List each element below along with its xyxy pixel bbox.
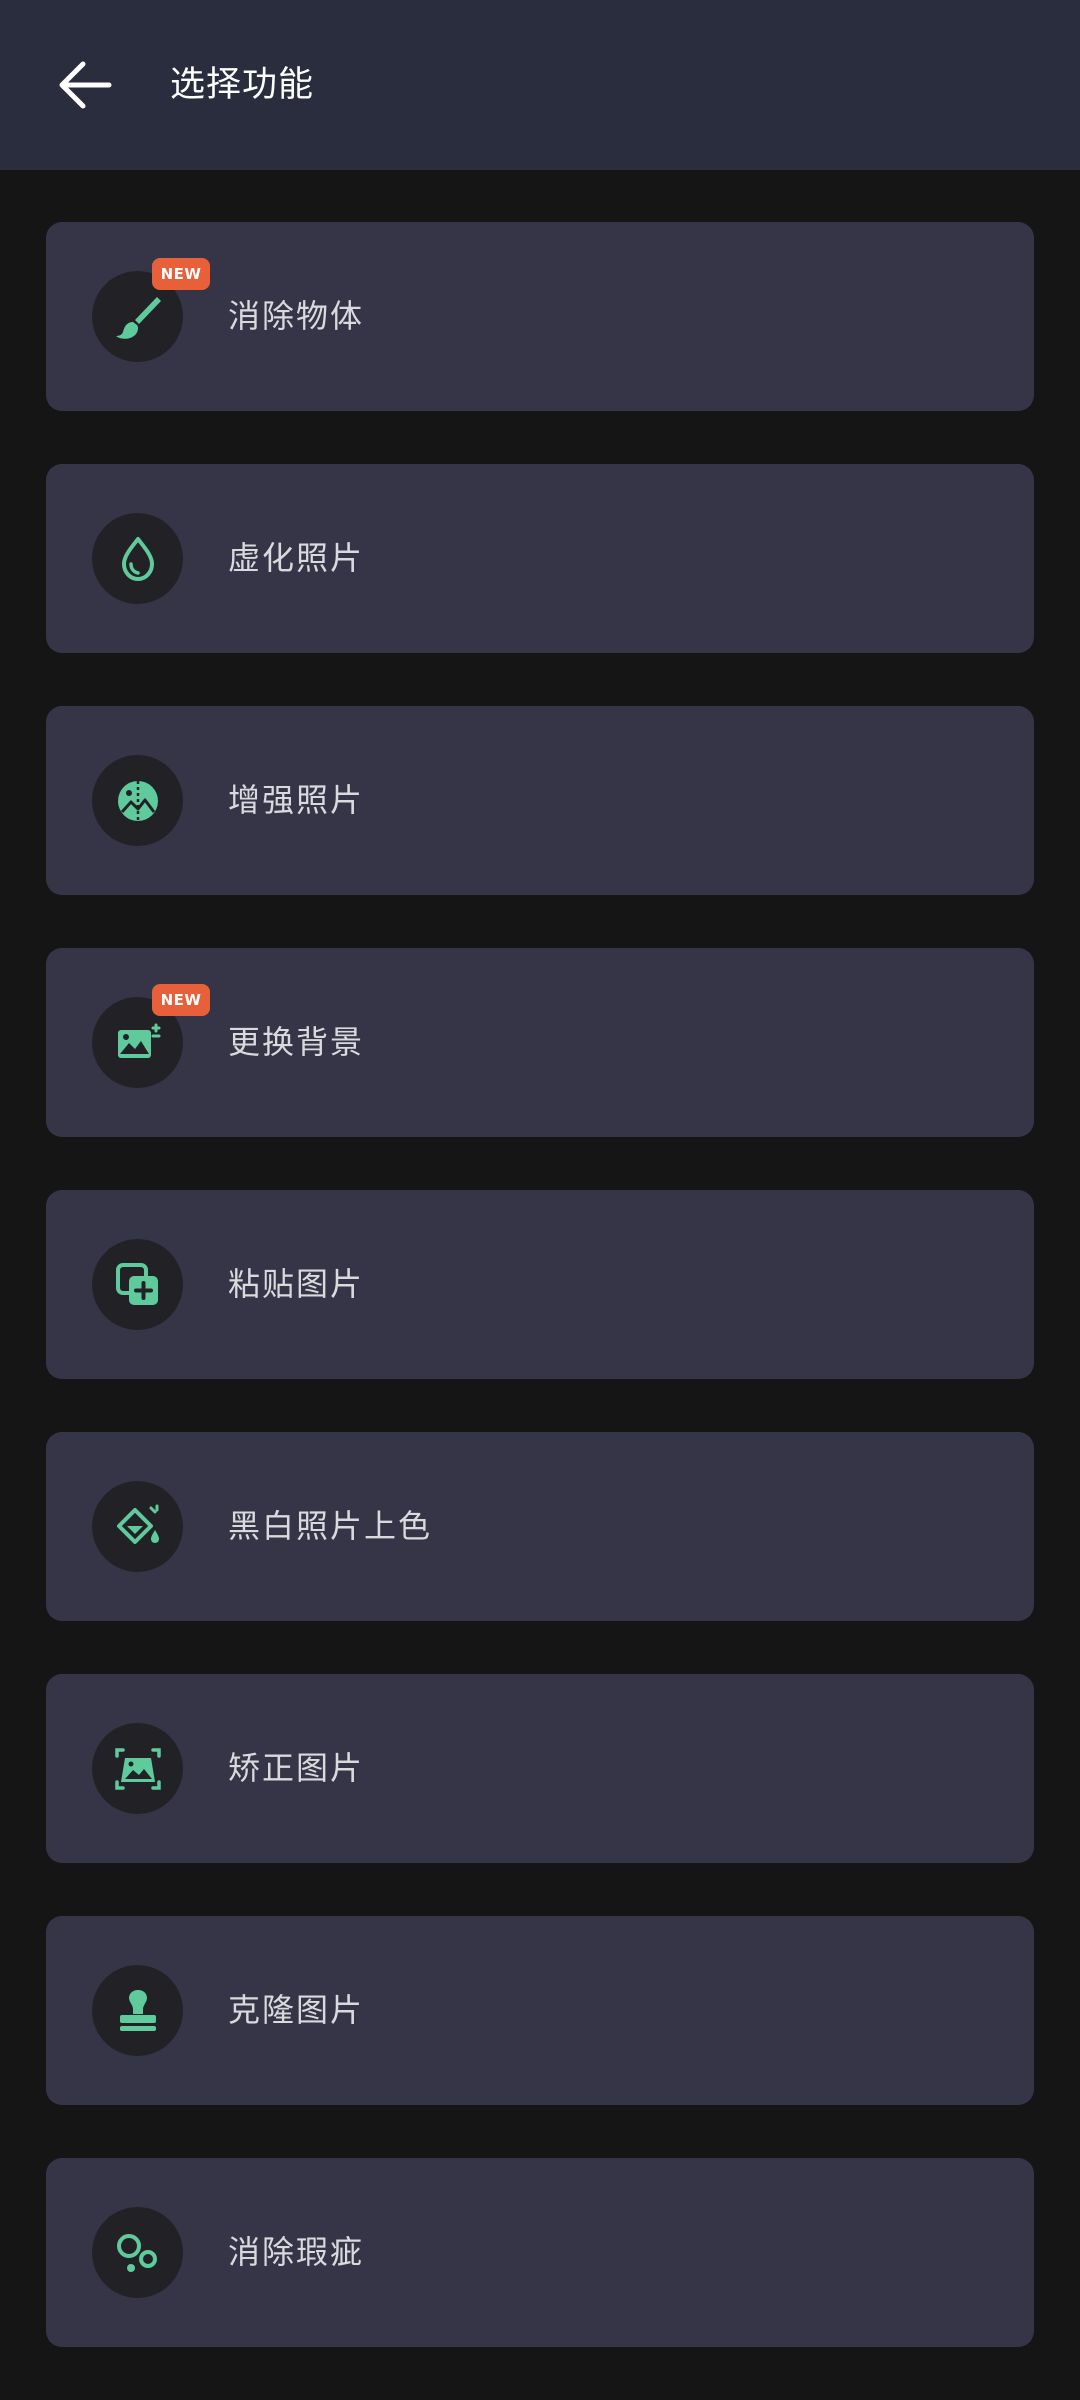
feature-icon-container: [92, 1481, 183, 1572]
arrow-left-icon: [59, 61, 112, 109]
perspective-icon: [114, 1747, 161, 1790]
top-app-bar: 选择功能: [0, 0, 1080, 170]
feature-card-change-background[interactable]: NEW 更换背景: [46, 948, 1034, 1137]
feature-label: 消除瑕疵: [228, 2233, 365, 2271]
feature-icon-container: [92, 513, 183, 604]
stamp-icon: [119, 1989, 156, 2031]
feature-icon-container: [92, 755, 183, 846]
blemish-icon: [116, 2233, 157, 2272]
droplet-icon: [121, 536, 154, 581]
paste-add-icon: [115, 1262, 158, 1305]
feature-label: 虚化照片: [228, 539, 365, 577]
feature-label: 克隆图片: [228, 1991, 365, 2029]
feature-label: 更换背景: [228, 1023, 365, 1061]
feature-card-enhance-photo[interactable]: 增强照片: [46, 706, 1034, 895]
feature-label: 矫正图片: [228, 1749, 365, 1787]
feature-label: 粘贴图片: [228, 1265, 365, 1303]
feature-icon-container: [92, 1239, 183, 1330]
feature-card-paste-image[interactable]: 粘贴图片: [46, 1190, 1034, 1379]
new-badge: NEW: [152, 984, 210, 1016]
feature-icon-container: [92, 1965, 183, 2056]
feature-list: NEW 消除物体 虚化照片 增强照片 NEW 更换背景 粘贴图片 黑白照片上色 …: [46, 222, 1034, 2400]
feature-card-remove-blemish[interactable]: 消除瑕疵: [46, 2158, 1034, 2347]
paint-bucket-icon: [116, 1504, 159, 1544]
feature-label: 消除物体: [228, 297, 365, 335]
new-badge: NEW: [152, 258, 210, 290]
brush-icon: [115, 296, 161, 339]
feature-icon-container: [92, 1723, 183, 1814]
back-button[interactable]: [40, 40, 130, 130]
feature-label: 黑白照片上色: [228, 1507, 433, 1545]
feature-card-blur-photo[interactable]: 虚化照片: [46, 464, 1034, 653]
feature-card-remove-object[interactable]: NEW 消除物体: [46, 222, 1034, 411]
feature-card-clone-image[interactable]: 克隆图片: [46, 1916, 1034, 2105]
feature-card-colorize-photo[interactable]: 黑白照片上色: [46, 1432, 1034, 1621]
page-title: 选择功能: [170, 65, 315, 105]
feature-card-correct-image[interactable]: 矫正图片: [46, 1674, 1034, 1863]
enhance-icon: [117, 780, 158, 821]
feature-icon-container: [92, 2207, 183, 2298]
feature-label: 增强照片: [228, 781, 365, 819]
image-swap-icon: [117, 1023, 160, 1058]
